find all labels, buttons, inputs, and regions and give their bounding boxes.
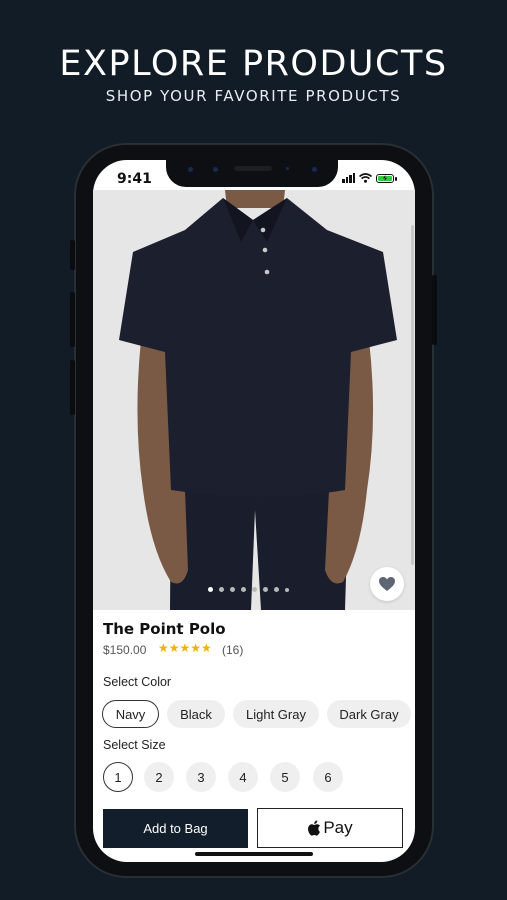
power-button: [432, 275, 437, 345]
apple-icon: [308, 820, 321, 836]
color-option-navy[interactable]: Navy: [102, 700, 159, 728]
camera-icon: [186, 165, 195, 174]
camera-icon: [211, 165, 220, 174]
status-time: 9:41: [117, 171, 152, 187]
speaker-grille: [234, 166, 272, 171]
wifi-icon: [359, 173, 372, 183]
page-dot[interactable]: [208, 587, 213, 592]
color-label: Select Color: [103, 675, 172, 689]
status-icons: [342, 172, 397, 184]
review-count[interactable]: (16): [222, 643, 243, 657]
volume-down-button: [70, 360, 75, 415]
size-option-5[interactable]: 5: [270, 762, 300, 792]
page-dot[interactable]: [252, 587, 257, 592]
promo-subtitle: SHOP YOUR FAVORITE PRODUCTS: [105, 87, 402, 105]
product-photo: [119, 190, 397, 610]
size-option-6[interactable]: 6: [313, 762, 343, 792]
rating-stars[interactable]: ★★★★★: [158, 641, 212, 655]
home-indicator[interactable]: [195, 852, 313, 856]
page-dot[interactable]: [285, 587, 289, 592]
promo-title: EXPLORE PRODUCTS: [59, 44, 448, 84]
mute-switch: [70, 240, 75, 270]
volume-up-button: [70, 292, 75, 347]
size-label: Select Size: [103, 738, 166, 752]
signal-icon: [342, 173, 355, 183]
apple-pay-label: Pay: [323, 818, 353, 837]
battery-charging-icon: [376, 173, 397, 183]
add-to-bag-label: Add to Bag: [143, 821, 208, 836]
size-option-4[interactable]: 4: [228, 762, 258, 792]
product-name: The Point Polo: [103, 620, 226, 638]
page-dot[interactable]: [274, 587, 279, 592]
page-dot[interactable]: [241, 587, 246, 592]
sensor-icon: [284, 165, 291, 172]
page-dot[interactable]: [230, 587, 235, 592]
heart-icon: [379, 577, 395, 591]
color-option-dark-gray[interactable]: Dark Gray: [327, 700, 411, 728]
gallery-page-indicator[interactable]: [208, 587, 289, 592]
color-option-black[interactable]: Black: [167, 700, 225, 728]
size-option-2[interactable]: 2: [144, 762, 174, 792]
product-image[interactable]: [93, 190, 415, 610]
page-dot[interactable]: [263, 587, 268, 592]
apple-pay-button[interactable]: Pay: [257, 808, 403, 848]
favorite-button[interactable]: [370, 567, 404, 601]
gallery-scrollbar[interactable]: [411, 225, 414, 565]
product-price: $150.00: [103, 643, 147, 657]
size-option-3[interactable]: 3: [186, 762, 216, 792]
color-option-light-gray[interactable]: Light Gray: [233, 700, 319, 728]
size-option-1[interactable]: 1: [103, 762, 133, 792]
camera-icon: [310, 165, 319, 174]
add-to-bag-button[interactable]: Add to Bag: [103, 809, 248, 848]
page-dot[interactable]: [219, 587, 224, 592]
